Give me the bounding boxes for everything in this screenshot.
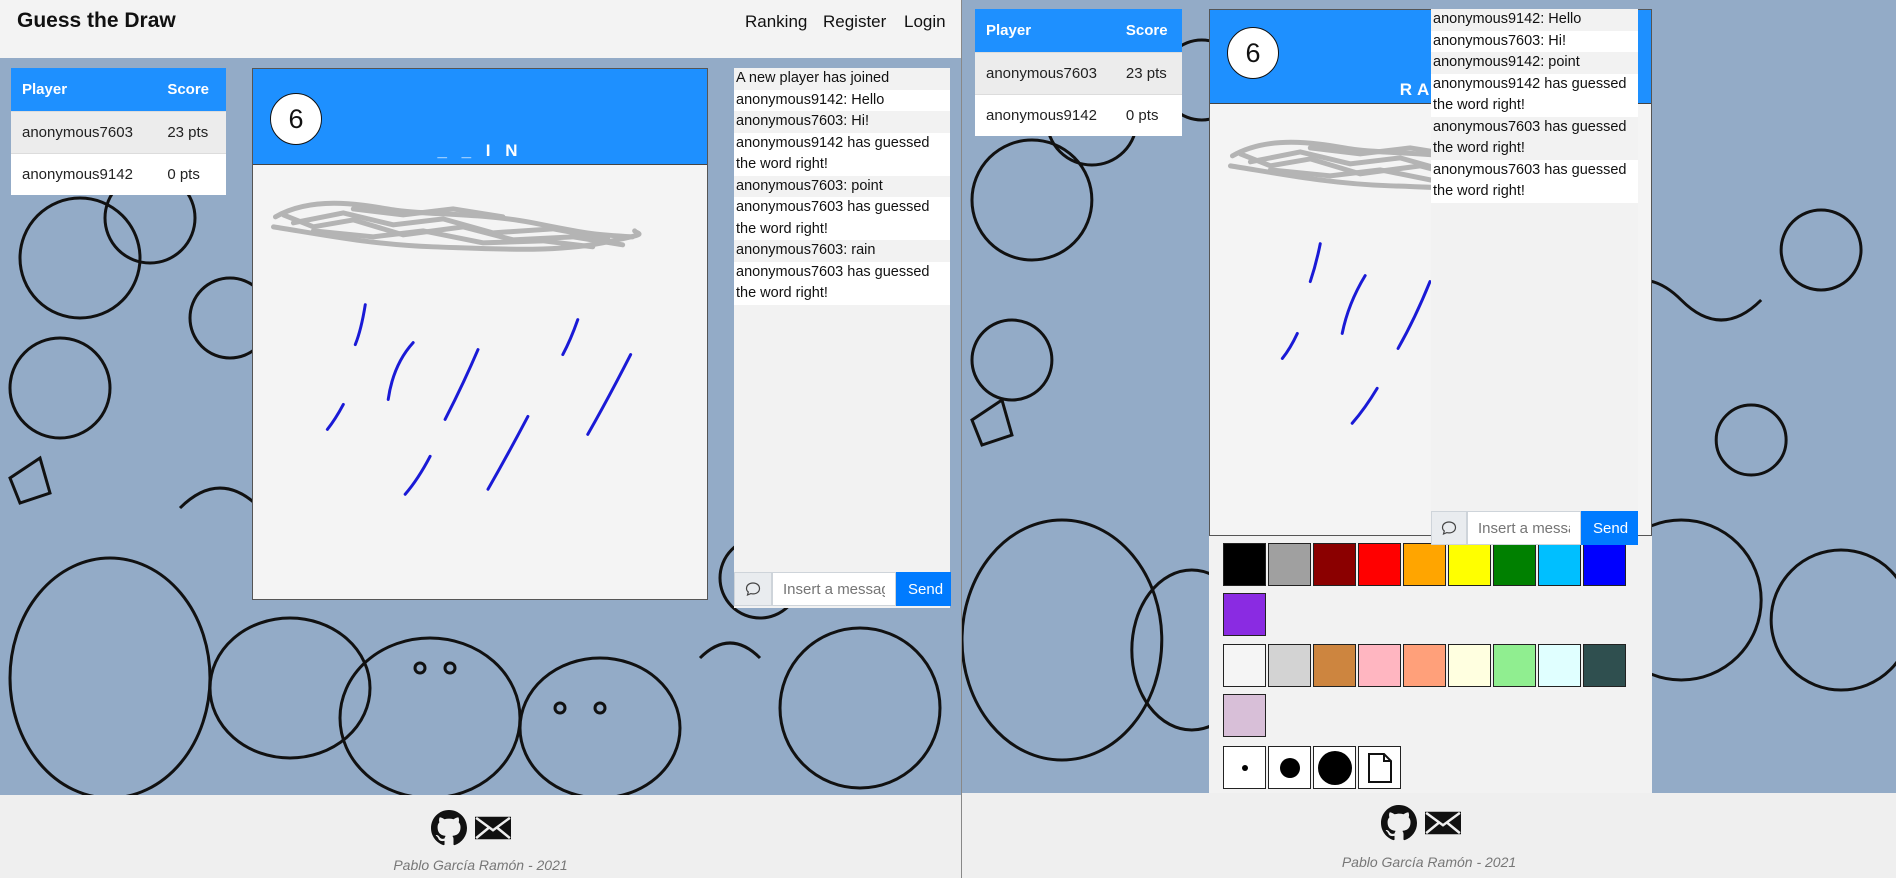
table-row: anonymous7603 23 pts [11, 110, 226, 153]
github-icon[interactable] [1381, 805, 1417, 841]
chat-bubble-icon [734, 572, 772, 606]
blank-page-icon [1367, 752, 1392, 783]
color-swatch[interactable] [1313, 543, 1356, 586]
chat-message: anonymous9142 has guessed the word right… [734, 132, 950, 176]
color-swatch[interactable] [1268, 543, 1311, 586]
footer: Pablo García Ramón - 2021 [962, 793, 1896, 878]
chat-panel: A new player has joined anonymous9142: H… [734, 68, 951, 608]
chat-message: anonymous7603 has guessed the word right… [1431, 159, 1638, 203]
game-header: 6 _ _ I N [253, 69, 707, 164]
color-swatch[interactable] [1358, 543, 1401, 586]
chat-message: anonymous9142 has guessed the word right… [1431, 73, 1638, 117]
color-swatch[interactable] [1268, 644, 1311, 687]
drawing-canvas[interactable] [253, 164, 707, 599]
color-swatch[interactable] [1448, 644, 1491, 687]
chat-message-input[interactable] [772, 572, 896, 606]
chat-message: anonymous9142: Hello [734, 89, 950, 111]
scoreboard-table: Player Score anonymous7603 23 pts anonym… [975, 9, 1182, 136]
color-swatch[interactable] [1403, 644, 1446, 687]
chat-message: anonymous7603 has guessed the word right… [1433, 118, 1627, 157]
word-hint: _ _ I N [437, 141, 523, 160]
brush-small-button[interactable] [1223, 746, 1266, 789]
player-name: anonymous7603 [11, 110, 157, 153]
footer-credit: Pablo García Ramón - 2021 [1341, 854, 1517, 870]
color-swatch[interactable] [1403, 543, 1446, 586]
countdown-timer: 6 [270, 93, 322, 145]
player-name: anonymous7603 [975, 51, 1115, 94]
player-score: 0 pts [1114, 93, 1182, 136]
brush-large-icon [1317, 750, 1352, 785]
color-swatch[interactable] [1583, 644, 1626, 687]
player-column-header: Player [11, 68, 157, 111]
chat-message: anonymous9142: Hello [1433, 11, 1582, 27]
color-swatch[interactable] [1493, 644, 1536, 687]
player-name: anonymous9142 [11, 152, 157, 195]
color-swatch[interactable] [1223, 694, 1266, 737]
player-score: 23 pts [156, 110, 226, 153]
player-name: anonymous9142 [975, 93, 1115, 136]
color-swatch[interactable] [1448, 543, 1491, 586]
chat-message: anonymous7603: Hi! [1431, 30, 1638, 52]
drawer-window: Player Score anonymous7603 23 pts anonym… [961, 0, 1896, 878]
player-column-header: Player [975, 9, 1115, 52]
score-column-header: Score [156, 68, 226, 111]
color-swatch[interactable] [1538, 644, 1581, 687]
github-icon[interactable] [431, 810, 467, 846]
nav-login[interactable]: Login [904, 12, 946, 32]
table-row: anonymous7603 23 pts [975, 51, 1182, 94]
color-swatch[interactable] [1223, 543, 1266, 586]
color-swatch[interactable] [1313, 644, 1356, 687]
chat-message: A new player has joined [736, 70, 890, 86]
color-swatch[interactable] [1493, 543, 1536, 586]
game-panel: 6 _ _ I N [252, 68, 708, 600]
drawing-strokes [270, 200, 642, 496]
mail-icon[interactable] [475, 810, 511, 846]
scoreboard-table: Player Score anonymous7603 23 pts anonym… [11, 68, 226, 195]
footer-icons [1381, 805, 1461, 841]
footer: Pablo García Ramón - 2021 [0, 795, 961, 878]
score-column-header: Score [1114, 9, 1182, 52]
brush-medium-button[interactable] [1268, 746, 1311, 789]
nav-register[interactable]: Register [823, 12, 886, 32]
brand-title[interactable]: Guess the Draw [17, 9, 176, 33]
color-swatch[interactable] [1223, 593, 1266, 636]
chat-message: anonymous7603: rain [736, 242, 876, 258]
brush-medium-icon [1279, 757, 1300, 778]
color-swatch[interactable] [1223, 644, 1266, 687]
send-button[interactable]: Send [896, 572, 951, 606]
table-row: anonymous9142 0 pts [975, 93, 1182, 136]
footer-credit: Pablo García Ramón - 2021 [393, 857, 568, 873]
nav-ranking[interactable]: Ranking [745, 12, 807, 32]
player-score: 0 pts [156, 152, 226, 195]
countdown-timer: 6 [1227, 27, 1279, 79]
brush-small-icon [1241, 764, 1248, 771]
chat-message: anonymous7603: point [736, 177, 883, 194]
chat-panel: anonymous9142: Hello anonymous7603: Hi! … [1431, 9, 1638, 549]
chat-input-row: Send [1431, 511, 1638, 545]
chat-message: anonymous9142: point [1433, 54, 1580, 70]
chat-message: anonymous7603: Hi! [736, 113, 869, 129]
table-row: anonymous9142 0 pts [11, 152, 226, 195]
brush-large-button[interactable] [1313, 746, 1356, 789]
footer-icons [431, 810, 511, 846]
mail-icon[interactable] [1425, 805, 1461, 841]
color-swatch[interactable] [1583, 543, 1626, 586]
chat-message: anonymous7603 has guessed the word right… [734, 261, 950, 305]
chat-message-input[interactable] [1467, 511, 1581, 545]
guesser-window: Guess the Draw Ranking Register Login Pl… [0, 0, 961, 878]
navbar: Guess the Draw Ranking Register Login [0, 0, 961, 58]
send-button[interactable]: Send [1581, 511, 1638, 545]
palette-panel [1209, 536, 1652, 793]
player-score: 23 pts [1114, 51, 1182, 94]
color-swatch[interactable] [1358, 644, 1401, 687]
chat-input-row: Send [734, 572, 951, 606]
chat-bubble-icon [1431, 511, 1467, 545]
chat-message: anonymous7603 has guessed the word right… [734, 197, 950, 240]
color-swatch[interactable] [1538, 543, 1581, 586]
clear-canvas-button[interactable] [1358, 746, 1401, 789]
